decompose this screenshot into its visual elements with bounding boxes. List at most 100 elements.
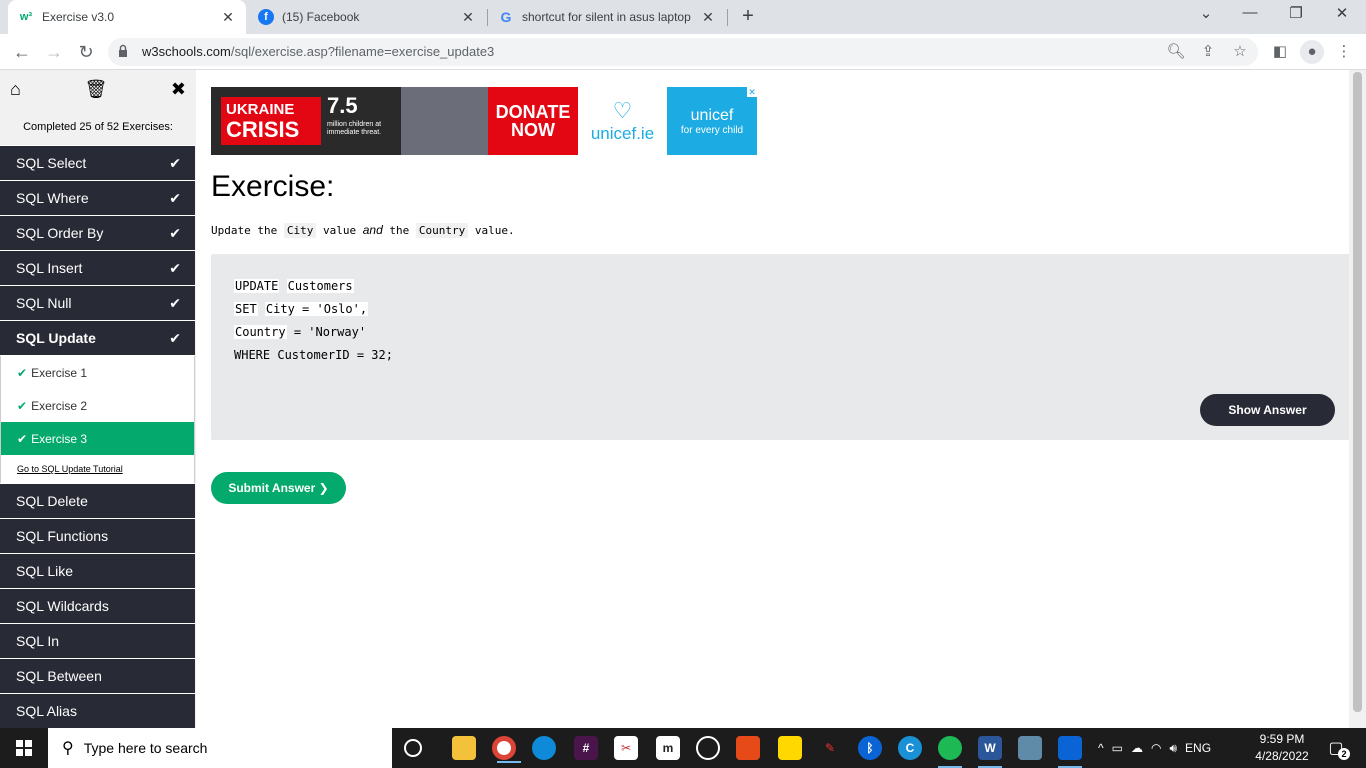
exercise-label: Exercise 3	[31, 431, 88, 446]
heart-cursor-icon: ♡	[612, 98, 633, 123]
sidebar-item-sql-between[interactable]: SQL Between	[0, 658, 195, 694]
taskbar-clock[interactable]: 9:59 PM 4/28/2022	[1250, 731, 1314, 765]
sidebar-item-label: SQL Like	[16, 563, 74, 579]
edge-icon[interactable]	[532, 736, 556, 760]
advertisement-banner[interactable]: UKRAINE CRISIS 7.5 million children at im…	[211, 87, 757, 155]
sidebar-item-label: SQL Null	[16, 295, 72, 311]
ad-unicef-ie-text: unicef.ie	[590, 124, 655, 143]
onedrive-icon[interactable]: ☁	[1131, 741, 1143, 755]
sidebar-item-sql-update[interactable]: SQL Update ✔	[0, 320, 195, 356]
start-button[interactable]	[0, 728, 48, 768]
tab-facebook[interactable]: f (15) Facebook ✕	[248, 0, 486, 34]
check-icon: ✔	[17, 431, 28, 446]
menu-kebab-icon[interactable]: ⋮	[1332, 40, 1356, 64]
tab-exercise[interactable]: w³ Exercise v3.0 ✕	[8, 0, 246, 34]
page-scrollbar[interactable]	[1349, 70, 1366, 728]
tab-title: (15) Facebook	[282, 10, 360, 24]
answer-field[interactable]: Country	[234, 325, 287, 339]
exercise-label: Exercise 1	[31, 365, 88, 380]
side-panel-icon[interactable]: ◧	[1268, 40, 1292, 64]
forward-icon[interactable]: →	[42, 40, 66, 64]
chevron-up-icon[interactable]: ^	[1098, 741, 1104, 755]
exercise-3-link[interactable]: ✔ Exercise 3	[1, 422, 194, 455]
minimize-button[interactable]: —	[1230, 4, 1270, 28]
sidebar-item-sql-wildcards[interactable]: SQL Wildcards	[0, 588, 195, 624]
bluetooth-icon[interactable]: ᛒ	[858, 736, 882, 760]
profile-avatar-icon[interactable]: ●	[1300, 40, 1324, 64]
close-icon[interactable]: ✕	[460, 9, 476, 26]
sidebar-item-sql-delete[interactable]: SQL Delete	[0, 483, 195, 519]
ad-unicef-logo: unicef for every child ✕	[667, 87, 757, 155]
remote-desktop-icon[interactable]	[1018, 736, 1042, 760]
sidebar-item-sql-insert[interactable]: SQL Insert ✔	[0, 250, 195, 286]
sidebar-item-sql-where[interactable]: SQL Where ✔	[0, 180, 195, 216]
sticky-notes-icon[interactable]	[778, 736, 802, 760]
show-answer-button[interactable]: Show Answer	[1200, 394, 1335, 426]
ad-donate-button[interactable]: DONATE NOW	[488, 87, 578, 155]
submit-answer-button[interactable]: Submit Answer ❯	[211, 472, 346, 504]
snip-tool-icon[interactable]: ✂	[614, 736, 638, 760]
tutorial-link[interactable]: Go to SQL Update Tutorial	[1, 455, 194, 483]
language-indicator[interactable]: ENG	[1185, 741, 1211, 755]
home-icon[interactable]: ⌂	[10, 79, 21, 100]
close-icon[interactable]: ✕	[220, 9, 236, 26]
battery-icon[interactable]: ▭	[1112, 741, 1123, 755]
clock-time: 9:59 PM	[1259, 732, 1305, 746]
ad-unicef-ie: ♡ unicef.ie	[578, 87, 667, 155]
bookmark-star-icon[interactable]: ☆	[1228, 40, 1252, 64]
sidebar-item-label: SQL Wildcards	[16, 598, 109, 614]
sidebar-item-sql-functions[interactable]: SQL Functions	[0, 518, 195, 554]
scrollbar-thumb[interactable]	[1353, 72, 1362, 712]
ad-close-icon[interactable]: ✕	[747, 87, 757, 97]
canva-icon[interactable]: C	[898, 736, 922, 760]
paint-icon[interactable]: ✎	[818, 736, 842, 760]
code-line: SET City = 'Oslo',	[234, 302, 369, 316]
back-icon[interactable]: ←	[10, 40, 34, 64]
tab-google[interactable]: G shortcut for silent in asus laptop ✕	[488, 0, 726, 34]
check-icon: ✔	[169, 329, 181, 346]
file-explorer-icon[interactable]	[452, 736, 476, 760]
share-icon[interactable]: ⇪	[1196, 40, 1220, 64]
sidebar-item-label: SQL Insert	[16, 260, 83, 276]
app-circle-icon[interactable]	[696, 736, 720, 760]
sidebar-item-label: SQL Between	[16, 668, 102, 684]
answer-field[interactable]: City = 'Oslo',	[264, 302, 369, 316]
sidebar-item-sql-in[interactable]: SQL In	[0, 623, 195, 659]
moodle-icon[interactable]: m	[656, 736, 680, 760]
exercise-2-link[interactable]: ✔ Exercise 2	[1, 389, 194, 422]
wifi-icon[interactable]: ◠	[1151, 741, 1161, 755]
new-tab-button[interactable]: +	[738, 5, 758, 29]
exercise-1-link[interactable]: ✔ Exercise 1	[1, 356, 194, 389]
office-icon[interactable]	[736, 736, 760, 760]
check-icon: ✔	[169, 259, 181, 276]
spotify-icon[interactable]	[938, 736, 962, 768]
address-bar[interactable]: w3schools.com/sql/exercise.asp?filename=…	[108, 38, 1258, 66]
tab-search-icon[interactable]: ⌄	[1186, 4, 1226, 28]
close-icon[interactable]: ✖	[171, 79, 186, 100]
restore-button[interactable]: ❐	[1276, 4, 1316, 28]
slack-icon[interactable]: #	[574, 736, 598, 760]
word-icon[interactable]: W	[978, 736, 1002, 768]
chrome-icon[interactable]	[492, 736, 521, 763]
sidebar-item-sql-null[interactable]: SQL Null ✔	[0, 285, 195, 321]
reload-icon[interactable]: ↻	[74, 40, 98, 64]
exercise-code-box: UPDATE Customers SET City = 'Oslo', Coun…	[211, 254, 1350, 440]
sidebar-item-sql-select[interactable]: SQL Select ✔	[0, 145, 195, 181]
photos-icon[interactable]	[1058, 736, 1082, 768]
browser-toolbar: ← → ↻ w3schools.com/sql/exercise.asp?fil…	[0, 34, 1366, 70]
close-window-button[interactable]: ✕	[1322, 4, 1362, 28]
sidebar-item-sql-alias[interactable]: SQL Alias	[0, 693, 195, 728]
sidebar-item-sql-like[interactable]: SQL Like	[0, 553, 195, 589]
trash-icon[interactable]: 🗑︎	[84, 79, 107, 100]
sidebar-item-label: SQL Functions	[16, 528, 109, 544]
tab-divider	[727, 9, 728, 26]
taskbar-search-box[interactable]: ⚲ Type here to search	[48, 728, 392, 768]
cortana-icon[interactable]	[404, 739, 422, 757]
answer-field[interactable]: UPDATE	[234, 279, 280, 293]
sidebar-item-sql-order-by[interactable]: SQL Order By ✔	[0, 215, 195, 251]
volume-icon[interactable]: 🔊︎	[1169, 741, 1177, 756]
close-icon[interactable]: ✕	[700, 9, 716, 26]
notification-center-icon[interactable]: ▢ 2	[1324, 736, 1350, 760]
zoom-icon[interactable]: 🔍︎	[1164, 40, 1188, 64]
google-icon: G	[500, 9, 512, 25]
